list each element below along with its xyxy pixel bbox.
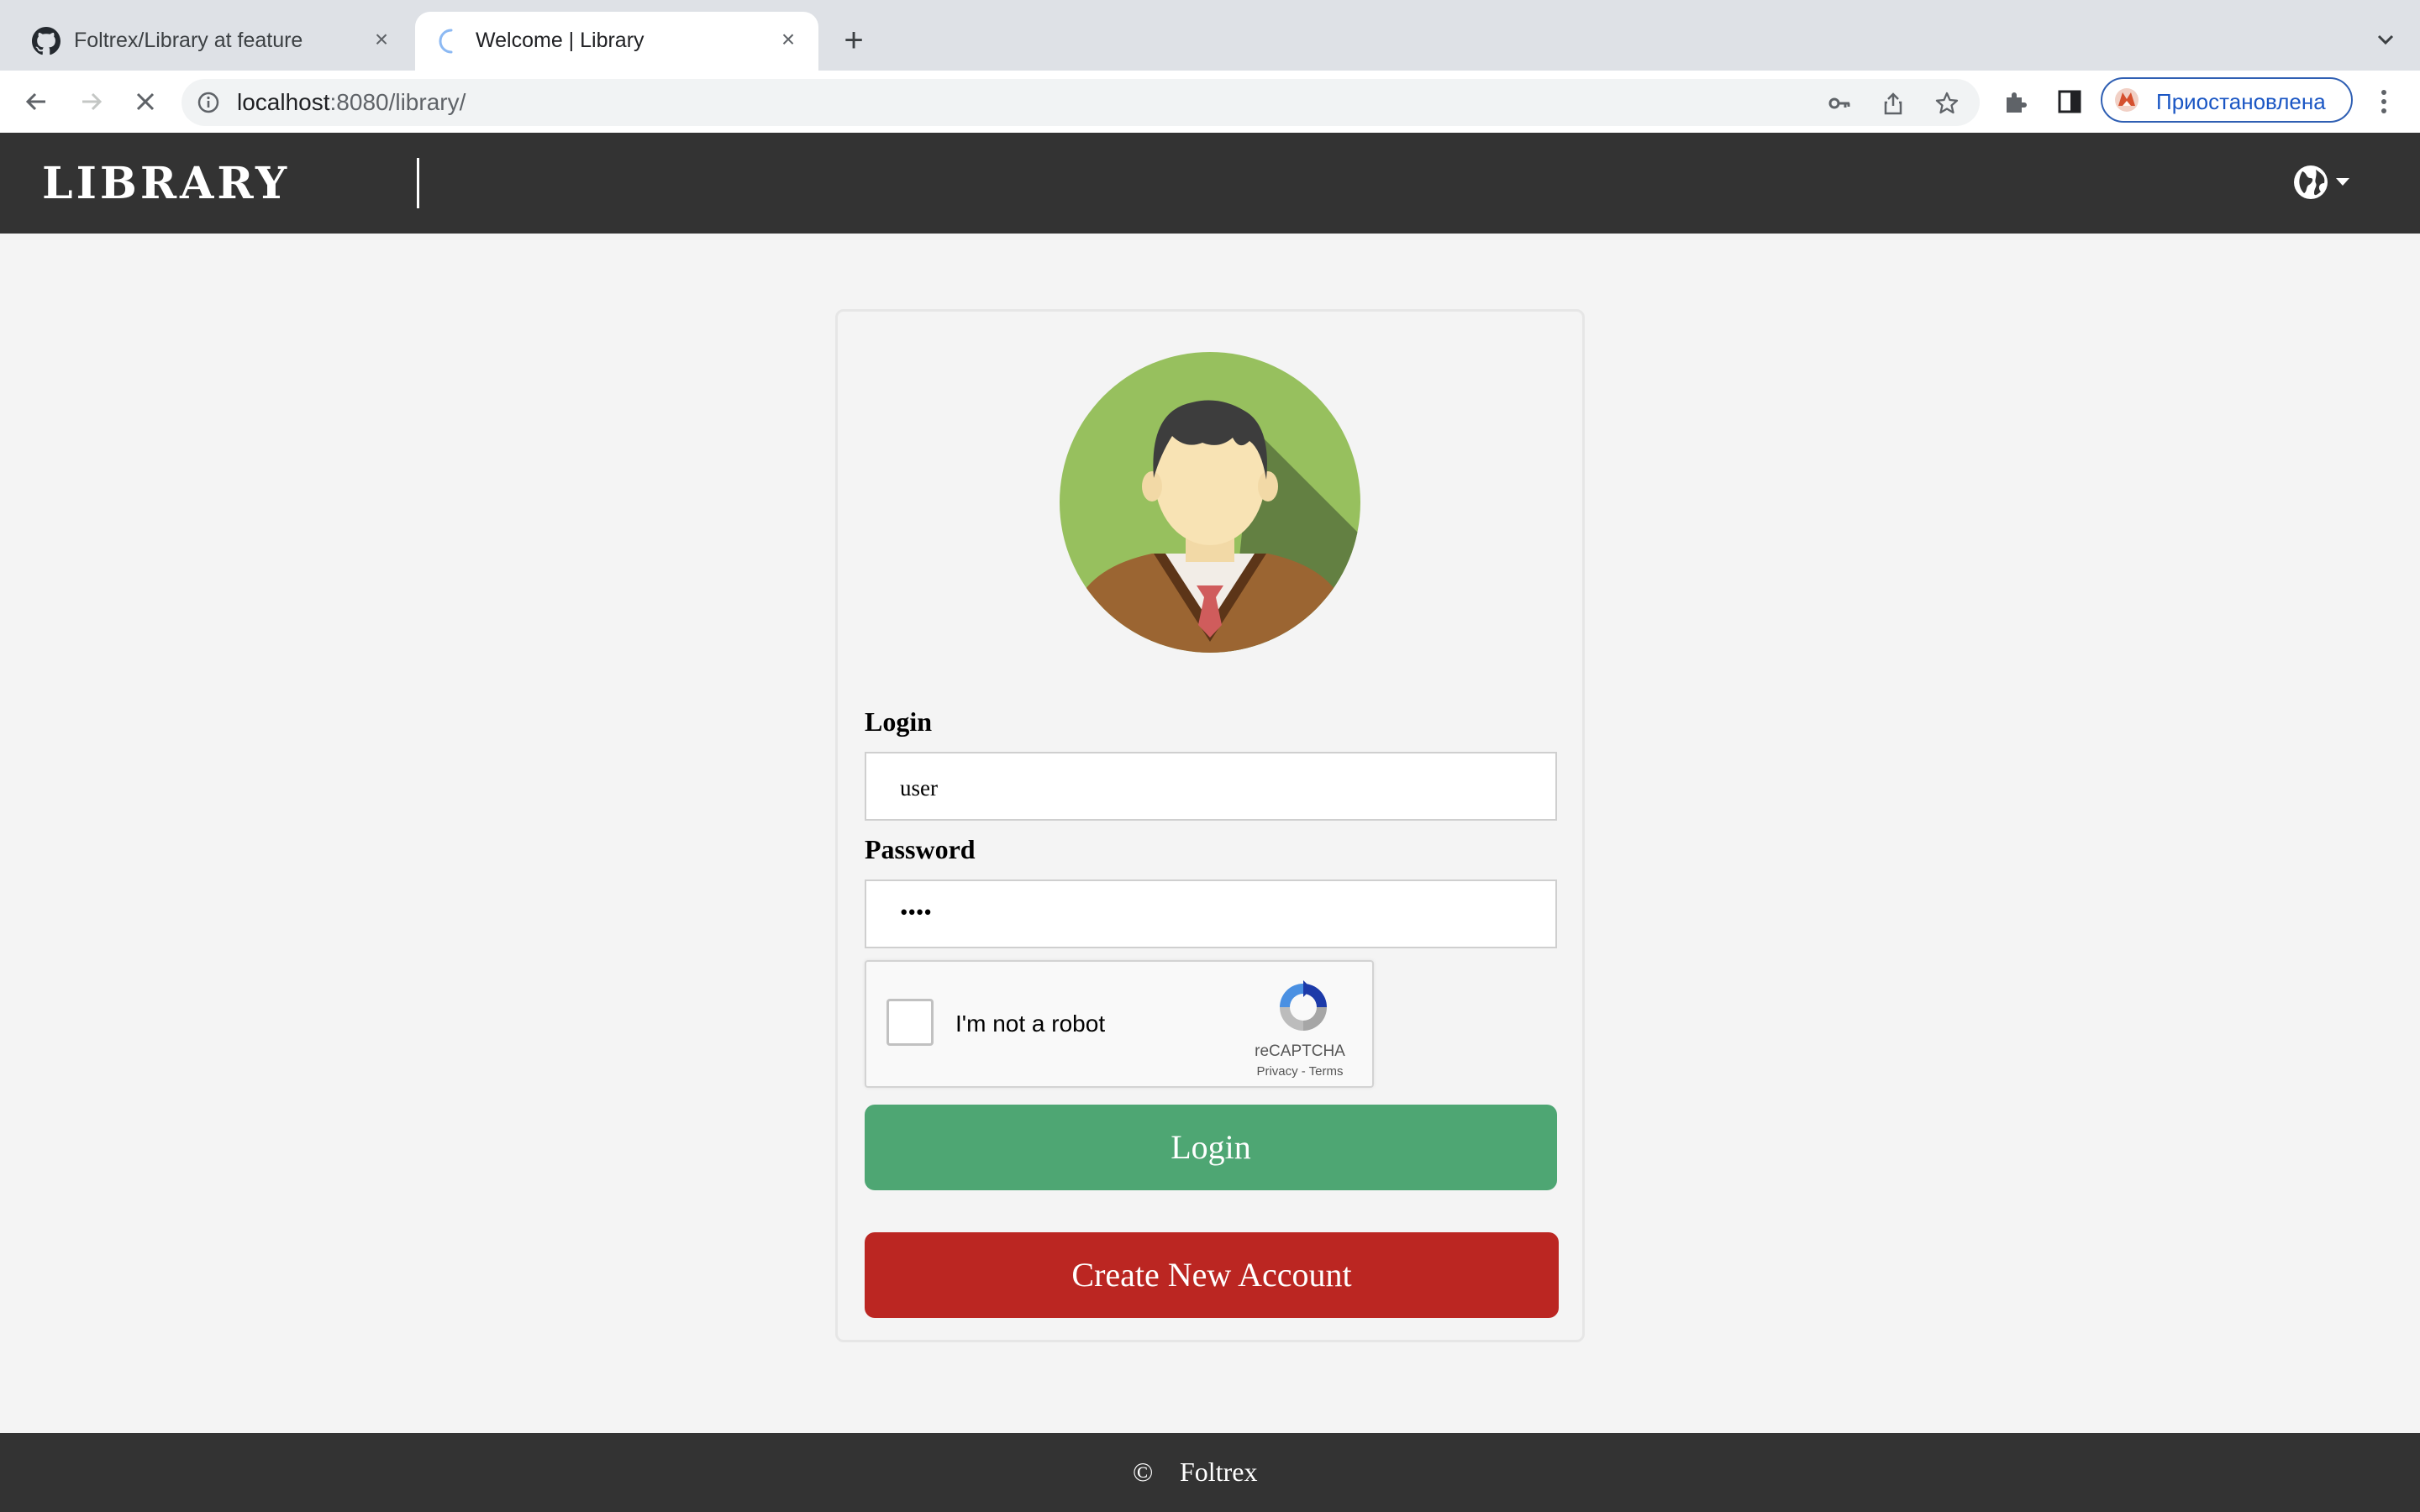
user-avatar-icon — [1060, 352, 1360, 653]
copyright-owner: Foltrex — [1180, 1457, 1258, 1487]
site-info-icon[interactable] — [197, 91, 220, 114]
login-card: Login user Password •••• I'm not a robot… — [835, 309, 1585, 1342]
share-icon[interactable] — [1881, 91, 1906, 116]
github-icon — [32, 27, 60, 55]
tab-github[interactable]: Foltrex/Library at feature × — [0, 0, 412, 71]
recaptcha-checkbox[interactable] — [886, 999, 934, 1046]
login-button[interactable]: Login — [865, 1105, 1557, 1190]
tab-title: Foltrex/Library at feature — [74, 29, 303, 52]
url-text[interactable]: localhost:8080/library/ — [237, 89, 466, 116]
tab-search-chevron-icon[interactable] — [2373, 27, 2398, 52]
recaptcha-brand: reCAPTCHA — [1255, 1042, 1345, 1060]
close-tab-icon[interactable]: × — [776, 28, 800, 51]
close-tab-icon[interactable]: × — [370, 28, 393, 51]
recaptcha-label: I'm not a robot — [955, 1011, 1106, 1037]
bookmark-star-icon[interactable] — [1934, 91, 1960, 116]
recaptcha-logo-icon — [1280, 980, 1327, 1031]
caret-down-icon — [2336, 178, 2349, 186]
site-footer: © Foltrex — [0, 1433, 2420, 1512]
recaptcha-privacy-terms-link[interactable]: Privacy - Terms — [1233, 1064, 1367, 1079]
recaptcha-widget: I'm not a robot reCAPTCHA Privacy - Term… — [865, 960, 1374, 1088]
profile-label: Приостановлена — [2156, 89, 2326, 114]
password-label: Password — [865, 834, 976, 864]
browser-tab-bar: Foltrex/Library at feature × Welcome | L… — [0, 0, 2420, 71]
login-input-value: user — [900, 775, 938, 801]
login-label: Login — [865, 706, 933, 737]
extensions-puzzle-icon[interactable] — [2002, 87, 2030, 116]
login-input[interactable]: user — [865, 752, 1557, 821]
header-divider — [417, 158, 419, 208]
password-input[interactable]: •••• — [865, 879, 1557, 948]
browser-toolbar: localhost:8080/library/ Приостановлена — [0, 71, 2420, 134]
browser-menu-icon[interactable] — [2370, 86, 2398, 118]
stop-loading-icon[interactable] — [129, 86, 161, 118]
globe-icon — [2294, 165, 2328, 199]
site-logo[interactable]: LIBRARY — [42, 158, 290, 209]
loading-spinner-icon — [439, 29, 453, 54]
language-selector[interactable] — [2292, 163, 2356, 202]
address-bar[interactable]: localhost:8080/library/ — [182, 79, 1980, 126]
side-panel-icon[interactable] — [2055, 87, 2084, 116]
forward-icon[interactable] — [76, 86, 108, 118]
profile-button[interactable]: Приостановлена — [2101, 77, 2353, 123]
copyright-symbol: © — [1133, 1457, 1154, 1487]
fox-avatar-icon — [2115, 88, 2139, 112]
tab-welcome-library[interactable]: Welcome | Library × — [415, 12, 818, 71]
site-header: LIBRARY — [0, 133, 2420, 234]
create-account-button[interactable]: Create New Account — [865, 1232, 1559, 1318]
new-tab-button[interactable]: + — [837, 24, 871, 57]
back-icon[interactable] — [20, 86, 52, 118]
tab-title: Welcome | Library — [476, 29, 644, 52]
key-icon[interactable] — [1827, 91, 1852, 116]
password-input-value: •••• — [900, 900, 932, 925]
